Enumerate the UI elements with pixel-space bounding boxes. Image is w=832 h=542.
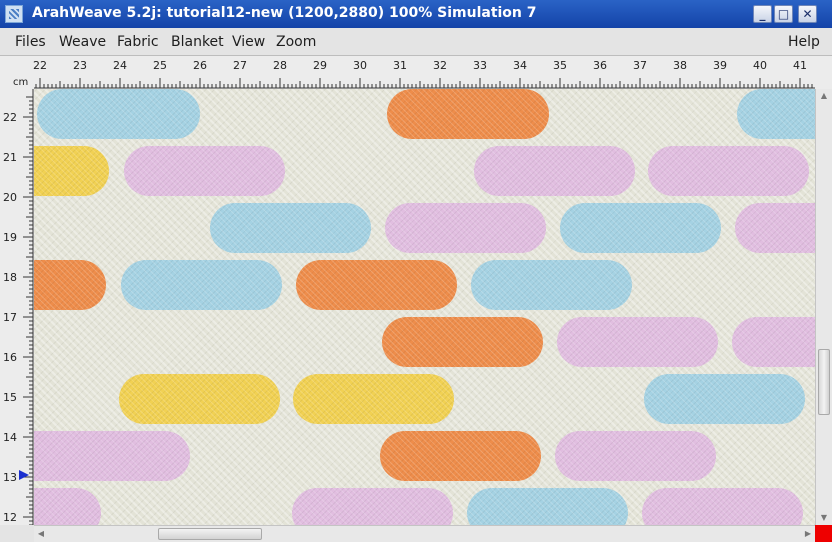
ruler-label-y: 20 [3,191,17,204]
blue-stripe [560,203,721,253]
yellow-stripe [293,374,454,424]
menu-files[interactable]: Files [15,34,46,50]
blue-stripe [737,89,815,139]
horizontal-scroll-thumb[interactable] [158,528,263,540]
ruler-label-x: 40 [753,59,767,72]
ruler-label-x: 28 [273,59,287,72]
pink-stripe [648,146,809,196]
pink-stripe [385,203,546,253]
blue-stripe [121,260,282,310]
ruler-label-x: 29 [313,59,327,72]
ruler-corner [0,525,34,542]
pink-stripe [555,431,716,481]
blue-stripe [210,203,371,253]
ruler-label-x: 22 [33,59,47,72]
ruler-label-x: 38 [673,59,687,72]
ruler-label-x: 24 [113,59,127,72]
menu-view[interactable]: View [232,34,265,50]
pink-stripe [557,317,718,367]
ruler-label-x: 33 [473,59,487,72]
ruler-label-y: 18 [3,271,17,284]
menu-bar: Files Weave Fabric Blanket View Zoom Hel… [0,28,832,56]
ruler-label-y: 12 [3,511,17,524]
pink-stripe [124,146,285,196]
menu-help[interactable]: Help [788,34,820,50]
blue-stripe [37,89,200,139]
ruler-label-x: 30 [353,59,367,72]
ruler-label-y: 22 [3,111,17,124]
color-indicator-box[interactable] [815,525,832,542]
ruler-label-y: 17 [3,311,17,324]
ruler-label-x: 34 [513,59,527,72]
ruler-label-x: 31 [393,59,407,72]
ruler-label-x: 26 [193,59,207,72]
fabric-simulation-view[interactable] [34,89,815,525]
yellow-stripe [119,374,280,424]
pink-stripe [732,317,815,367]
ruler-label-y: 21 [3,151,17,164]
ruler-label-x: 32 [433,59,447,72]
scroll-right-arrow-icon[interactable]: ▶ [801,526,815,542]
close-button[interactable]: ✕ [798,5,817,23]
horizontal-scrollbar[interactable]: ◀ ▶ [34,525,815,542]
ruler-label-x: 23 [73,59,87,72]
scroll-down-arrow-icon[interactable]: ▼ [816,511,832,525]
ruler-unit-label: cm [13,77,28,88]
menu-weave[interactable]: Weave [59,34,106,50]
menu-zoom[interactable]: Zoom [276,34,316,50]
ruler-label-x: 36 [593,59,607,72]
vertical-scrollbar[interactable]: ▲ ▼ [815,89,832,525]
blue-stripe [467,488,628,525]
orange-stripe [380,431,541,481]
orange-stripe [382,317,543,367]
ruler-label-y: 15 [3,391,17,404]
blue-stripe [471,260,632,310]
pink-stripe [642,488,803,525]
horizontal-ruler: cm 22 23 24 25 26 27 28 29 30 31 32 33 34 35 36 37 38 39 40… [0,56,832,89]
orange-stripe [34,260,106,310]
pink-stripe [34,431,190,481]
ruler-label-y: 16 [3,351,17,364]
scroll-up-arrow-icon[interactable]: ▲ [816,89,832,103]
ruler-label-x: 37 [633,59,647,72]
yellow-stripe [34,146,109,196]
pink-stripe [34,488,101,525]
blue-stripe [644,374,805,424]
vertical-scroll-thumb[interactable] [818,349,830,416]
ruler-label-x: 39 [713,59,727,72]
ruler-label-x: 35 [553,59,567,72]
window-title: ArahWeave 5.2j: tutorial12-new (1200,288… [32,5,537,21]
pink-stripe [292,488,453,525]
scroll-left-arrow-icon[interactable]: ◀ [34,526,48,542]
arahweave-app-icon[interactable] [5,5,23,23]
pink-stripe [474,146,635,196]
maximize-button[interactable]: □ [774,5,793,23]
pink-stripe [735,203,815,253]
ruler-label-x: 41 [793,59,807,72]
ruler-label-y: 19 [3,231,17,244]
vertical-ruler: 22 21 20 19 18 17 16 15 14 13 12 [0,89,34,525]
title-bar: ArahWeave 5.2j: tutorial12-new (1200,288… [0,0,832,28]
ruler-label-x: 25 [153,59,167,72]
ruler-label-x: 27 [233,59,247,72]
orange-stripe [296,260,457,310]
minimize-button[interactable]: _ [753,5,772,23]
menu-blanket[interactable]: Blanket [171,34,224,50]
position-marker-icon [19,470,29,480]
menu-fabric[interactable]: Fabric [117,34,159,50]
ruler-label-y: 13 [3,471,17,484]
ruler-label-y: 14 [3,431,17,444]
orange-stripe [387,89,549,139]
